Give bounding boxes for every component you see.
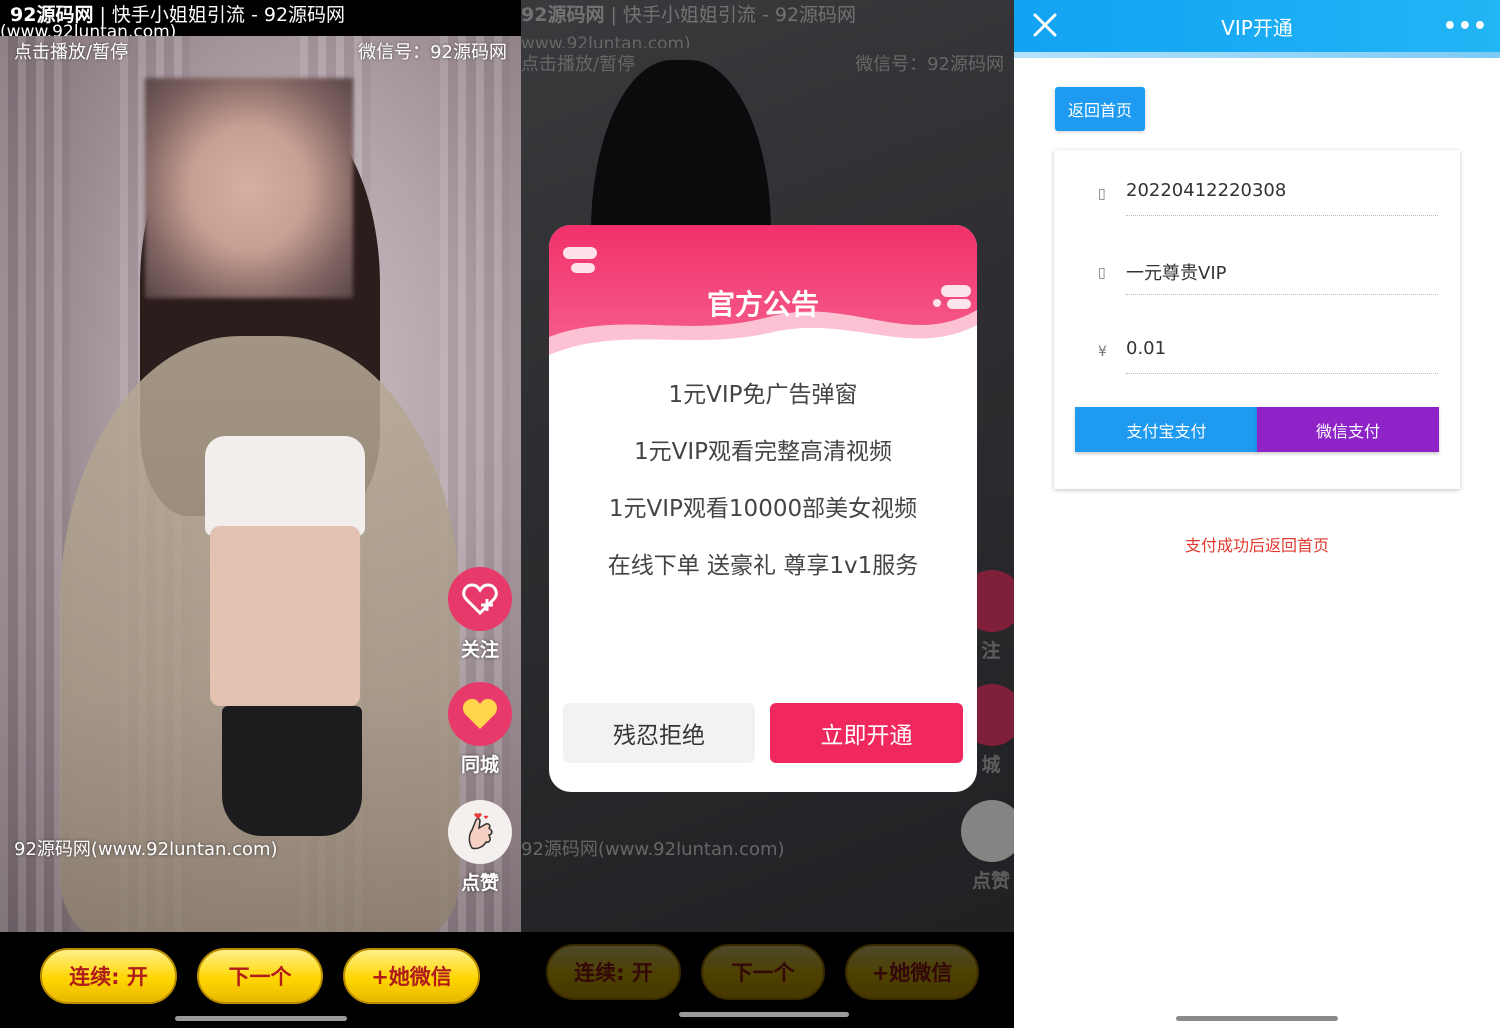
wechat-id-label: 微信号：92源码网 xyxy=(358,42,507,63)
screenshot-collage: 92源码网 | 快手小姐姐引流 - 92源码网 (www.92luntan.co… xyxy=(0,0,1500,1028)
back-home-button[interactable]: 返回首页 xyxy=(1055,87,1145,131)
field-underline xyxy=(1126,373,1438,374)
same-city-button[interactable]: 同城 xyxy=(448,682,512,777)
watermark-url: (www.92luntan.com) xyxy=(0,22,177,36)
modal-message: 1元VIP观看10000部美女视频 xyxy=(608,496,918,522)
video-frame[interactable] xyxy=(0,36,521,932)
product-icon: ▯ xyxy=(1098,265,1106,281)
person-shorts xyxy=(222,706,362,836)
add-wechat-button[interactable]: +她微信 xyxy=(343,948,480,1004)
person-torso xyxy=(210,526,360,706)
price-field: ¥ 0.01 xyxy=(1094,334,1438,374)
alipay-button[interactable]: 支付宝支付 xyxy=(1075,407,1258,452)
more-menu-icon[interactable]: ••• xyxy=(1443,14,1488,39)
yen-icon: ¥ xyxy=(1098,344,1107,360)
play-pause-toggle[interactable]: 点击播放/暂停 xyxy=(14,38,128,64)
modal-message: 1元VIP免广告弹窗 xyxy=(668,382,858,408)
home-indicator[interactable] xyxy=(679,1012,849,1017)
person-top xyxy=(205,436,365,536)
blurred-face xyxy=(145,78,353,298)
autoplay-toggle-button[interactable]: 连续: 开 xyxy=(40,948,177,1004)
like-label: 点赞 xyxy=(460,872,499,894)
order-number-value: 20220412220308 xyxy=(1126,180,1287,201)
product-value: 一元尊贵VIP xyxy=(1126,263,1227,284)
order-number-field: ▯ 20220412220308 xyxy=(1094,176,1438,216)
follow-button[interactable]: 关注 xyxy=(448,567,512,662)
reject-button[interactable]: 残忍拒绝 xyxy=(563,703,755,763)
price-value: 0.01 xyxy=(1126,338,1167,359)
modal-message: 1元VIP观看完整高清视频 xyxy=(633,439,893,465)
heart-icon xyxy=(448,682,512,746)
wechat-pay-button[interactable]: 微信支付 xyxy=(1257,407,1439,452)
heart-plus-icon xyxy=(448,567,512,631)
payment-note: 支付成功后返回首页 xyxy=(1184,536,1329,555)
announcement-modal: 官方公告 1元VIP免广告弹窗 1元VIP观看完整高清视频 1元VIP观看100… xyxy=(549,225,977,792)
home-indicator[interactable] xyxy=(175,1016,347,1021)
home-indicator[interactable] xyxy=(1176,1016,1338,1021)
field-underline xyxy=(1126,294,1438,295)
follow-label: 关注 xyxy=(460,639,499,661)
modal-title: 官方公告 xyxy=(706,288,819,321)
same-city-label: 同城 xyxy=(460,754,499,776)
finger-heart-icon xyxy=(448,800,512,864)
next-video-button[interactable]: 下一个 xyxy=(197,948,323,1004)
order-card: ▯ 20220412220308 ▯ 一元尊贵VIP ¥ 0.01 支付宝支付 … xyxy=(1054,150,1460,489)
popup-panel: 92源码网 | 快手小姐姐引流 - 92源码网 www.92luntan.com… xyxy=(521,0,1014,1028)
video-panel: 92源码网 | 快手小姐姐引流 - 92源码网 (www.92luntan.co… xyxy=(0,0,521,1028)
modal-message-list: 1元VIP免广告弹窗 1元VIP观看完整高清视频 1元VIP观看10000部美女… xyxy=(549,377,977,605)
modal-message: 在线下单 送豪礼 尊享1v1服务 xyxy=(607,553,919,579)
vip-payment-page: VIP开通 ••• 返回首页 ▯ 20220412220308 ▯ 一元尊贵VI… xyxy=(1014,0,1500,1028)
site-watermark: 92源码网(www.92luntan.com) xyxy=(14,839,278,860)
product-field: ▯ 一元尊贵VIP xyxy=(1094,255,1438,295)
header-progress-line xyxy=(1014,52,1500,58)
activate-vip-button[interactable]: 立即开通 xyxy=(770,703,963,763)
order-icon: ▯ xyxy=(1098,186,1106,202)
like-button[interactable]: 点赞 xyxy=(448,800,512,895)
field-underline xyxy=(1126,215,1438,216)
page-title: VIP开通 xyxy=(1221,16,1293,40)
